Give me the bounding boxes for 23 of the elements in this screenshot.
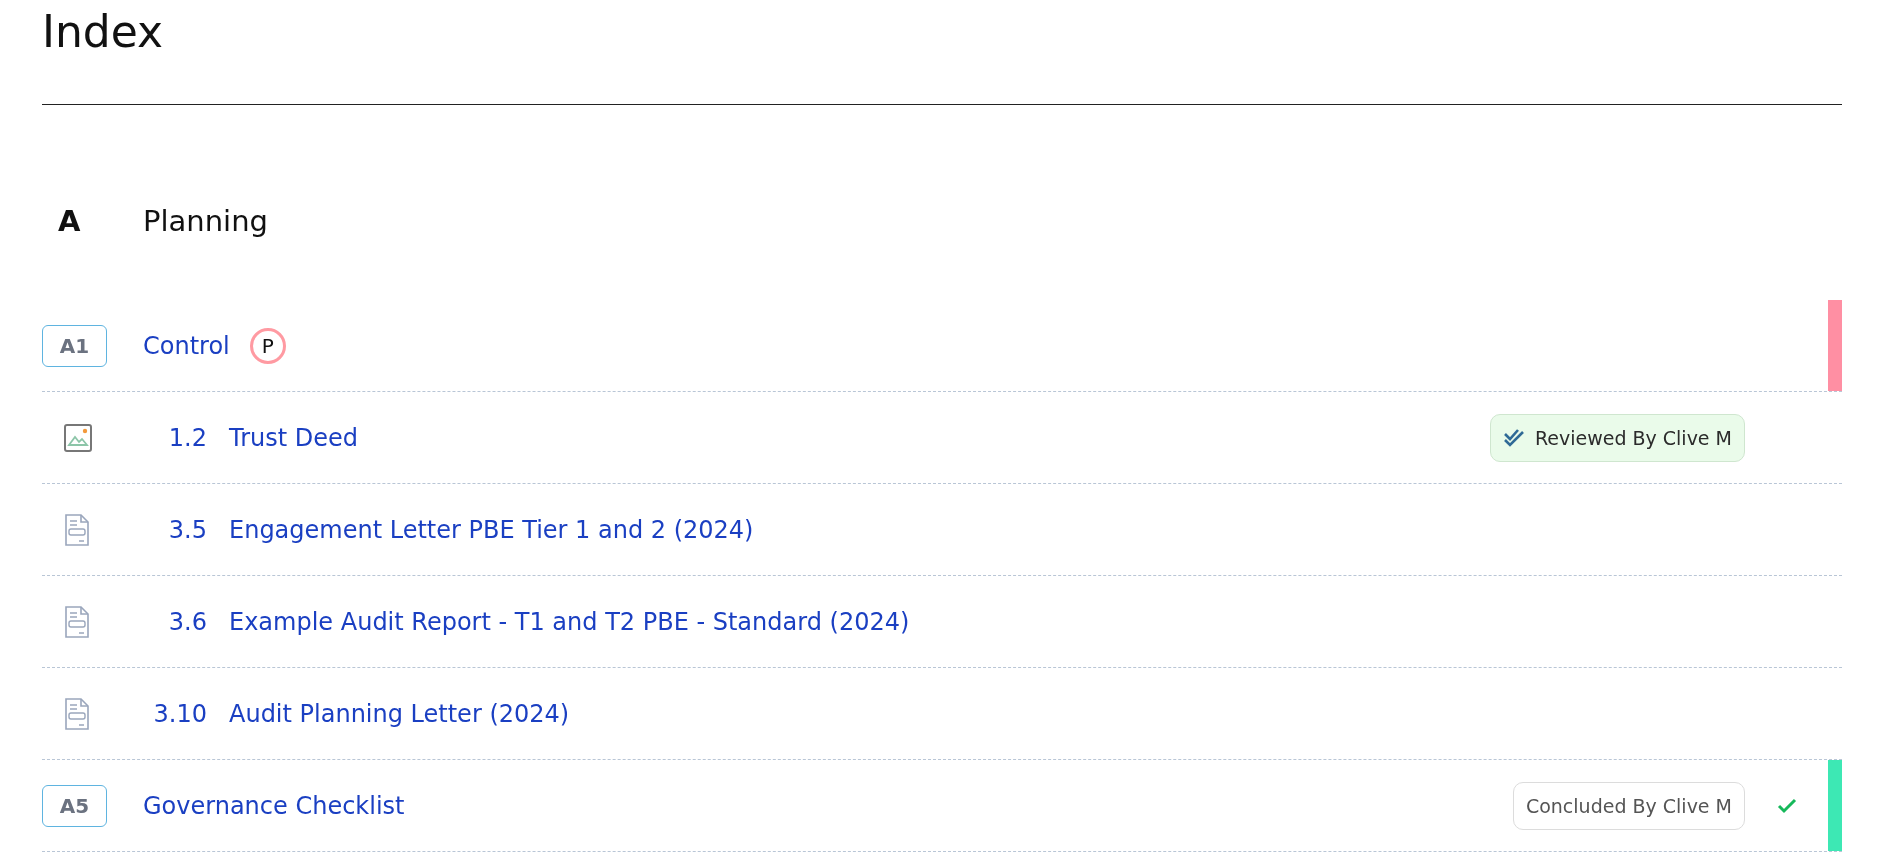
document-icon (64, 604, 90, 639)
item-number: 1.2 (167, 423, 207, 452)
section-title: Planning (143, 204, 268, 238)
concluded-badge: Concluded By Clive M (1512, 781, 1745, 830)
item-number: 3.10 (152, 699, 207, 728)
group-link[interactable]: Control (143, 331, 230, 360)
image-icon (64, 423, 92, 452)
group-link[interactable]: Governance Checklist (143, 791, 405, 820)
document-link[interactable]: Example Audit Report - T1 and T2 PBE - Standard (2024) (229, 607, 910, 636)
document-icon (64, 512, 90, 547)
document-link[interactable]: Engagement Letter PBE Tier 1 and 2 (2024) (229, 515, 754, 544)
document-link[interactable]: Audit Planning Letter (2024) (229, 699, 570, 728)
document-link[interactable]: Trust Deed (229, 423, 358, 452)
section-letter: A (57, 204, 82, 238)
item-number: 3.5 (167, 515, 207, 544)
status-marker: P (249, 327, 286, 364)
item-number: 3.6 (167, 607, 207, 636)
double-check-icon (1502, 427, 1525, 448)
document-icon (64, 696, 90, 731)
section-code: A5 (42, 784, 107, 827)
reviewed-badge: Reviewed By Clive M (1489, 413, 1745, 462)
page-title: Index (42, 4, 1842, 105)
section-code: A1 (42, 324, 107, 367)
